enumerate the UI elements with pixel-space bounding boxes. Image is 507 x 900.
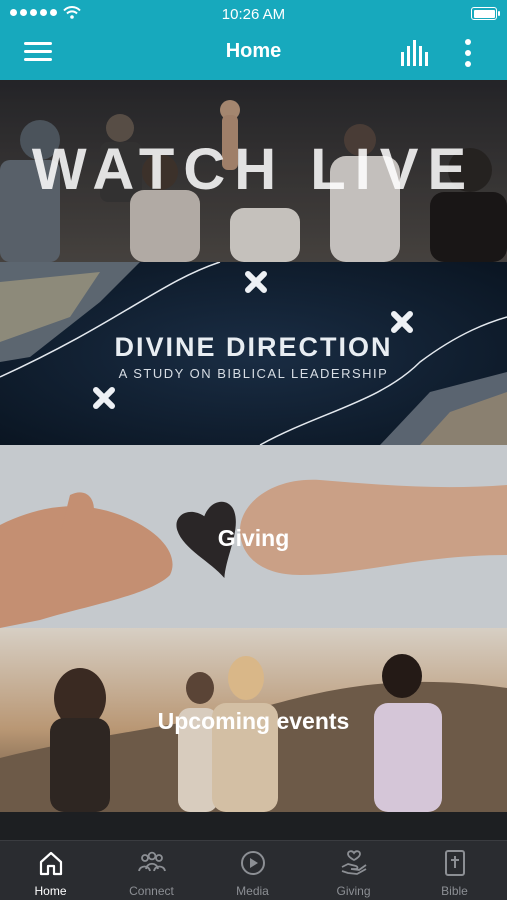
tab-giving-label: Giving <box>336 884 371 898</box>
tab-media[interactable]: Media <box>202 841 303 900</box>
more-vertical-icon[interactable] <box>460 38 476 68</box>
tab-giving[interactable]: Giving <box>303 841 404 900</box>
status-time: 10:26 AM <box>221 6 286 23</box>
tab-connect[interactable]: Connect <box>101 841 202 900</box>
page-title: Home <box>225 40 282 62</box>
tab-connect-label: Connect <box>129 884 174 898</box>
tab-bible[interactable]: Bible <box>404 841 505 900</box>
tab-home[interactable]: Home <box>0 841 101 900</box>
tab-bible-label: Bible <box>441 884 468 898</box>
bottom-tab-bar: Home Connect Media Giving Bible <box>0 840 507 900</box>
people-icon <box>138 851 166 872</box>
giving-tile[interactable]: Giving <box>0 445 507 628</box>
battery-icon <box>471 7 500 20</box>
status-bar: 10:26 AM <box>0 0 507 28</box>
giving-label: Giving <box>217 525 290 551</box>
upcoming-events-tile[interactable]: Upcoming events <box>0 628 507 812</box>
tab-home-label: Home <box>34 884 67 898</box>
content-end-spacer <box>0 812 507 840</box>
divine-direction-tile[interactable]: DIVINE DIRECTION A STUDY ON BIBLICAL LEA… <box>0 262 507 445</box>
home-icon <box>39 851 63 876</box>
hand-heart-icon <box>341 850 367 875</box>
bible-icon <box>445 850 465 876</box>
watch-live-tile[interactable]: WATCH LIVE <box>0 80 507 262</box>
play-icon <box>241 851 265 875</box>
divine-direction-subtitle: A STUDY ON BIBLICAL LEADERSHIP <box>118 366 389 381</box>
divine-direction-label: DIVINE DIRECTION <box>114 332 393 362</box>
upcoming-events-label: Upcoming events <box>157 708 350 734</box>
tab-media-label: Media <box>236 884 269 898</box>
live-audio-icon[interactable] <box>400 40 430 66</box>
app-header: Home <box>0 28 507 80</box>
watch-live-label: WATCH LIVE <box>31 137 476 202</box>
